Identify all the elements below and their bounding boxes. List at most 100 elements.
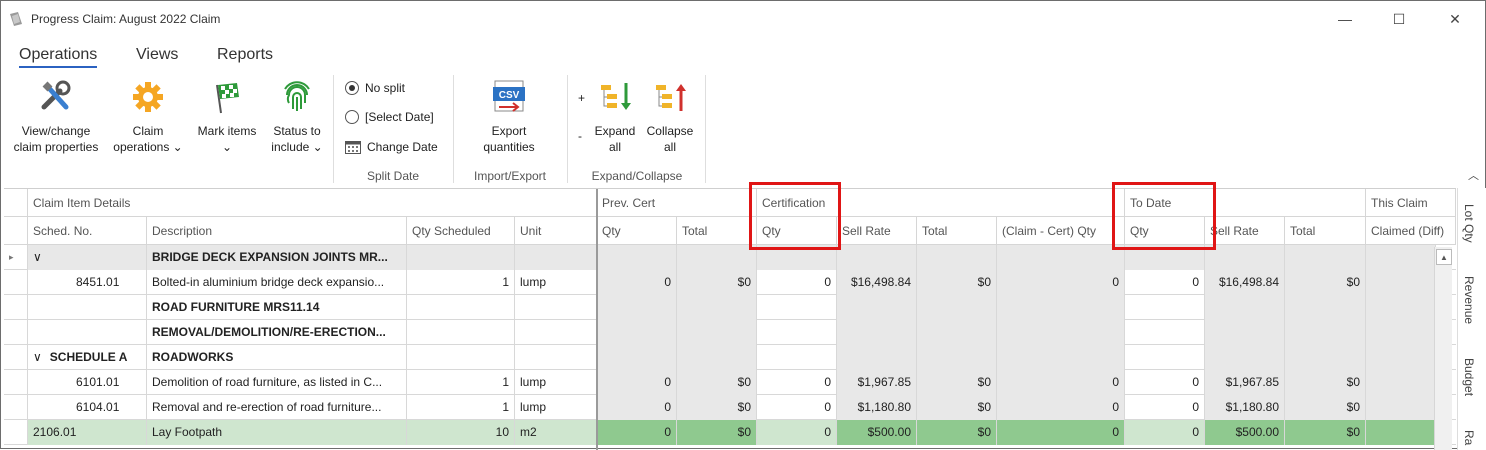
claim-grid: Claim Item Details Prev. Cert Certificat… xyxy=(4,188,1456,450)
close-button[interactable]: ✕ xyxy=(1445,9,1465,29)
tab-reports[interactable]: Reports xyxy=(217,46,273,64)
table-row[interactable]: ∨ SCHEDULE A ROADWORKS xyxy=(4,345,1456,370)
cell-csr: $16,498.84 xyxy=(837,270,917,295)
mark-items-button[interactable]: Mark items ⌄ xyxy=(191,79,263,155)
expand-chevron-icon[interactable]: ∨ xyxy=(33,350,42,364)
col-claim-cert-qty[interactable]: (Claim - Cert) Qty xyxy=(997,217,1125,245)
collapse-all-button[interactable]: Collapse all xyxy=(643,79,697,155)
ribbon-collapse-chevron-icon[interactable]: ︿ xyxy=(1468,167,1479,183)
expand-all-button[interactable]: Expand all xyxy=(591,79,639,155)
table-row[interactable]: REMOVAL/DEMOLITION/RE-ERECTION... xyxy=(4,320,1456,345)
cell-desc: ROADWORKS xyxy=(147,345,407,370)
cell-qty: 1 xyxy=(407,395,515,420)
cell-tsr xyxy=(1205,345,1285,370)
todate-qty-highlight xyxy=(1112,182,1216,250)
maximize-button[interactable]: ☐ xyxy=(1389,9,1409,29)
tab-operations[interactable]: Operations xyxy=(19,46,98,68)
cell-csr: $1,967.85 xyxy=(837,370,917,395)
row-indicator[interactable] xyxy=(4,295,28,320)
cell-pt xyxy=(677,245,757,270)
export-quantities-button[interactable]: CSV Export quantities xyxy=(471,79,547,155)
cell-tq: 0 xyxy=(1125,370,1205,395)
table-row[interactable]: 6101.01 Demolition of road furniture, as … xyxy=(4,370,1456,395)
table-row[interactable]: 6104.01 Removal and re-erection of road f… xyxy=(4,395,1456,420)
change-date-label: Change Date xyxy=(367,140,438,154)
col-cert-sell-rate[interactable]: Sell Rate xyxy=(837,217,917,245)
minimize-button[interactable]: — xyxy=(1335,9,1355,29)
cell-desc: REMOVAL/DEMOLITION/RE-ERECTION... xyxy=(147,320,407,345)
cell-csr xyxy=(837,345,917,370)
cell-qty xyxy=(407,320,515,345)
status-to-include-button[interactable]: Status to include ⌄ xyxy=(265,79,329,155)
no-split-radio[interactable]: No split xyxy=(345,81,405,95)
side-tab-ra[interactable]: Ra xyxy=(1462,430,1476,445)
cell-tq: 0 xyxy=(1125,270,1205,295)
col-prev-total[interactable]: Total xyxy=(677,217,757,245)
cell-cq: 0 xyxy=(757,395,837,420)
collapse-minus-button[interactable]: - xyxy=(578,129,582,143)
cell-sched: ∨ xyxy=(28,245,147,270)
cell-tt xyxy=(1285,295,1366,320)
cell-cd xyxy=(1366,270,1436,295)
cell-cq: 0 xyxy=(757,420,837,445)
side-tab-budget[interactable]: Budget xyxy=(1462,358,1476,396)
tab-views[interactable]: Views xyxy=(136,46,178,64)
table-row[interactable]: ▸ ∨ BRIDGE DECK EXPANSION JOINTS MR... xyxy=(4,245,1456,270)
col-cert-total[interactable]: Total xyxy=(917,217,997,245)
cell-ct xyxy=(917,295,997,320)
calendar-icon xyxy=(345,141,361,154)
cell-ccq: 0 xyxy=(997,395,1125,420)
cell-desc: Lay Footpath xyxy=(147,420,407,445)
collapse-all-label: Collapse all xyxy=(646,124,694,154)
cell-tt: $0 xyxy=(1285,370,1366,395)
col-description[interactable]: Description xyxy=(147,217,407,245)
change-date-button[interactable]: Change Date xyxy=(345,140,438,154)
expand-tree-icon xyxy=(601,83,631,110)
cell-tsr: $1,967.85 xyxy=(1205,370,1285,395)
table-row[interactable]: 8451.01 Bolted-in aluminium bridge deck e… xyxy=(4,270,1456,295)
view-change-claim-properties-button[interactable]: View/change claim properties xyxy=(7,79,105,155)
group-separator xyxy=(567,75,568,183)
cell-tsr xyxy=(1205,245,1285,270)
table-row[interactable]: 2106.01 Lay Footpath 10 m2 0 $0 0 $500.00 $0 0 0 $5… xyxy=(4,420,1456,445)
expand-all-label: Expand all xyxy=(594,124,636,154)
band-header-row: Claim Item Details Prev. Cert Certificat… xyxy=(4,189,1456,217)
col-qty-scheduled[interactable]: Qty Scheduled xyxy=(407,217,515,245)
side-tab-lot-qty[interactable]: Lot Qty xyxy=(1462,204,1476,243)
cell-pq xyxy=(597,345,677,370)
cell-cq xyxy=(757,295,837,320)
cell-ccq: 0 xyxy=(997,370,1125,395)
row-indicator[interactable] xyxy=(4,345,28,370)
row-indicator[interactable] xyxy=(4,395,28,420)
certification-qty-highlight xyxy=(749,182,841,250)
col-todate-total[interactable]: Total xyxy=(1285,217,1366,245)
select-date-radio[interactable]: [Select Date] xyxy=(345,110,434,124)
col-sched-no[interactable]: Sched. No. xyxy=(28,217,147,245)
row-indicator[interactable] xyxy=(4,320,28,345)
cell-tsr xyxy=(1205,320,1285,345)
col-claimed-diff[interactable]: Claimed (Diff) xyxy=(1366,217,1456,245)
scroll-up-icon[interactable]: ▲ xyxy=(1436,249,1452,265)
cell-ct xyxy=(917,345,997,370)
cell-ct: $0 xyxy=(917,395,997,420)
cell-desc: Removal and re-erection of road furnitur… xyxy=(147,395,407,420)
row-indicator[interactable] xyxy=(4,420,28,445)
cell-tt xyxy=(1285,345,1366,370)
expand-plus-button[interactable]: + xyxy=(578,91,585,105)
claim-operations-button[interactable]: Claim operations ⌄ xyxy=(109,79,187,155)
row-indicator[interactable] xyxy=(4,370,28,395)
row-indicator[interactable]: ▸ xyxy=(4,245,28,270)
side-tab-revenue[interactable]: Revenue xyxy=(1462,276,1476,324)
cell-csr xyxy=(837,295,917,320)
cell-pt: $0 xyxy=(677,370,757,395)
col-prev-qty[interactable]: Qty xyxy=(597,217,677,245)
expand-chevron-icon[interactable]: ∨ xyxy=(33,250,42,264)
cell-pt xyxy=(677,345,757,370)
col-unit[interactable]: Unit xyxy=(515,217,597,245)
cell-tq: 0 xyxy=(1125,420,1205,445)
row-indicator[interactable] xyxy=(4,270,28,295)
csv-export-icon: CSV xyxy=(493,80,525,112)
grid-vertical-scrollbar[interactable]: ▲ xyxy=(1434,247,1452,450)
col-todate-sell-rate[interactable]: Sell Rate xyxy=(1205,217,1285,245)
table-row[interactable]: ROAD FURNITURE MRS11.14 xyxy=(4,295,1456,320)
